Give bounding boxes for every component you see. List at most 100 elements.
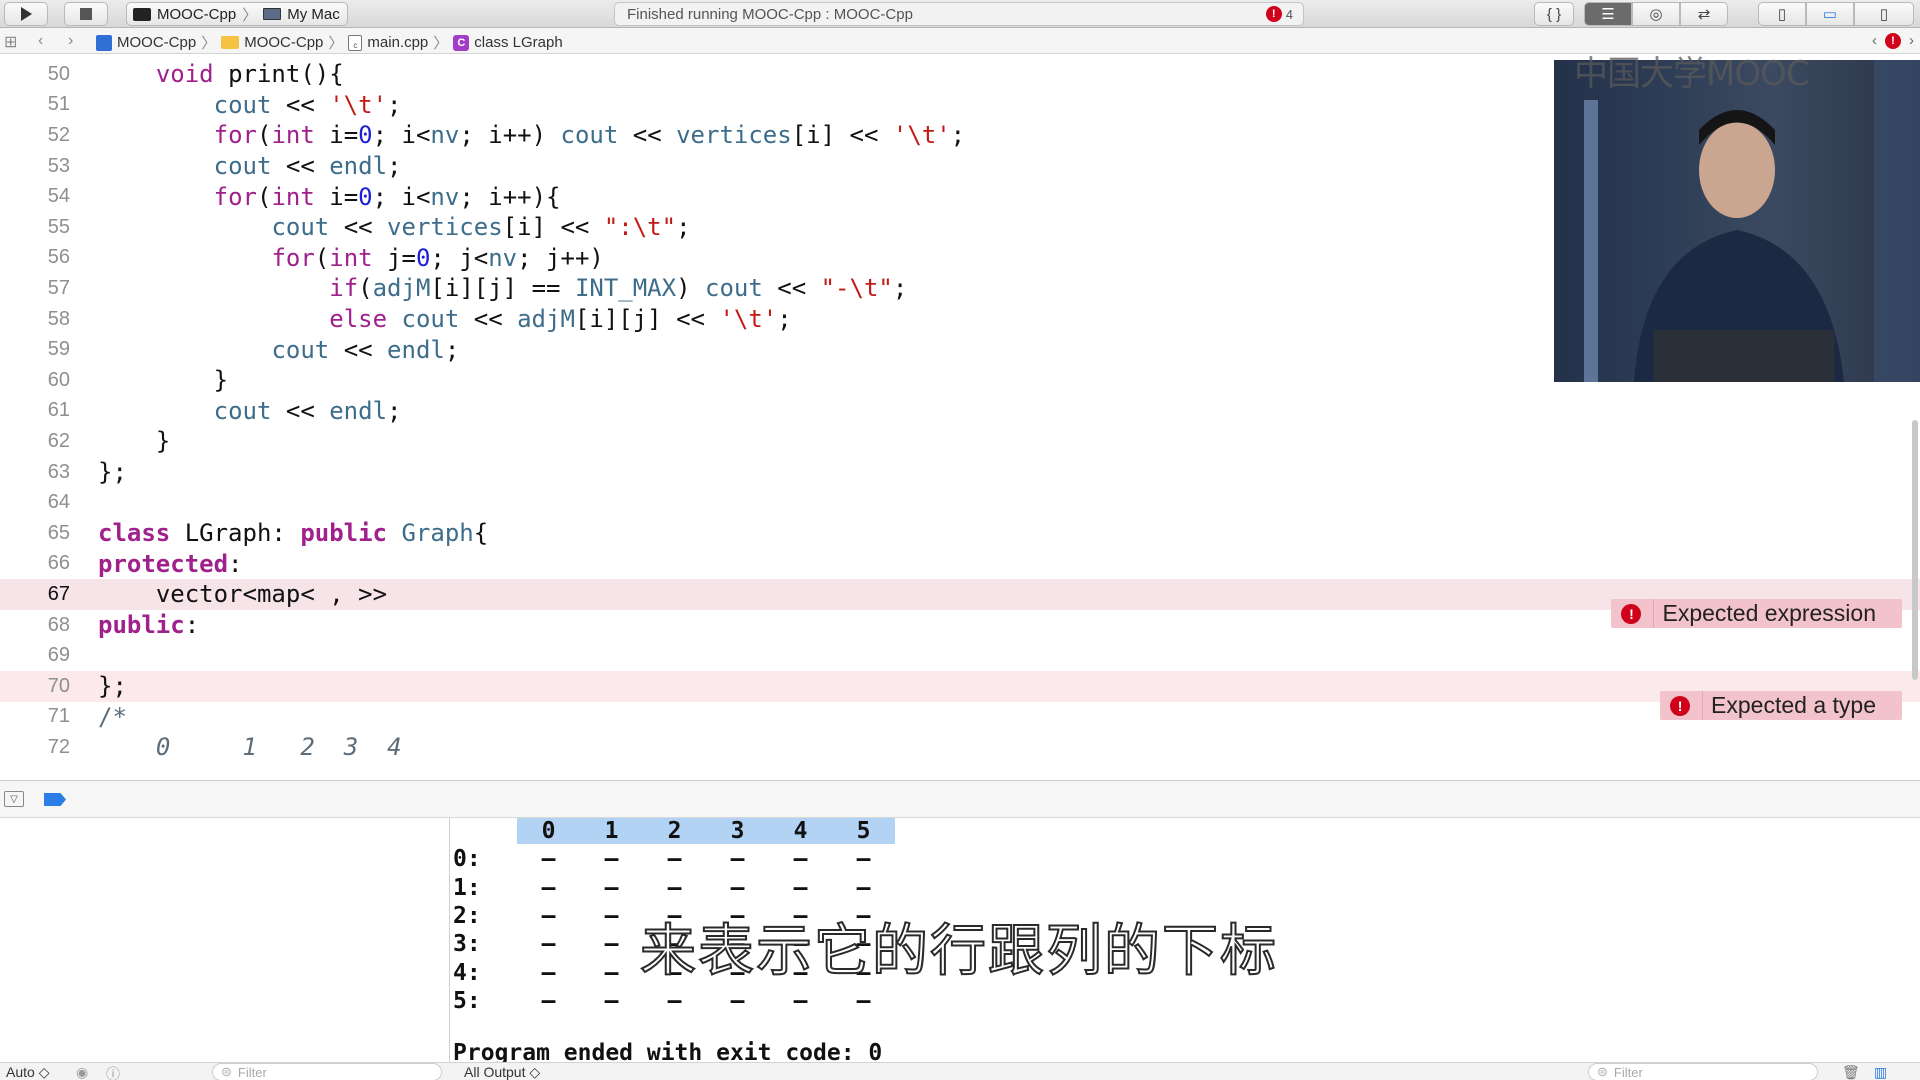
code-text: void print(){ (155, 60, 344, 89)
terminal-icon (133, 7, 151, 21)
row-label: 4: (453, 959, 481, 986)
forward-arrow-icon[interactable]: › (68, 32, 73, 50)
code-text: if(adjM[i][j] == INT_MAX) cout << "-\t"; (329, 274, 908, 303)
console-row: 1: – – – – – – (453, 875, 895, 903)
toolbar: MOOC-Cpp 〉 My Mac Finished running MOOC-… (0, 0, 1920, 28)
line-number: 52 (47, 123, 70, 146)
left-panel-icon: ▯ (1777, 6, 1787, 23)
split-view-icon[interactable]: ▥ (1874, 1064, 1887, 1080)
line-number: 53 (47, 154, 70, 177)
console-filter-input[interactable]: ⊜ Filter (1588, 1063, 1818, 1080)
code-line[interactable]: 66 protected: (0, 549, 1920, 580)
breadcrumb-file[interactable]: c main.cpp (348, 34, 428, 51)
breakpoint-icon[interactable] (44, 793, 66, 806)
code-line[interactable]: 69 (0, 640, 1920, 671)
error-annotation-line70[interactable]: ! Expected a type (1660, 691, 1902, 720)
header-cell: 1 (580, 818, 643, 844)
hide-debug-area-button[interactable]: ▽ (4, 791, 24, 807)
error-message: Expected a type (1711, 692, 1876, 718)
breadcrumb-label: main.cpp (367, 34, 429, 51)
row-label: 5: (453, 987, 481, 1014)
output-select[interactable]: All Output ◇ (464, 1064, 540, 1080)
breadcrumb-symbol[interactable]: C class LGraph (453, 34, 563, 51)
error-message: Expected expression (1662, 600, 1876, 626)
code-line[interactable]: 61 cout << endl; (0, 396, 1920, 427)
line-number: 57 (47, 276, 70, 299)
matrix-cell: – (856, 874, 871, 901)
scheme-name: MOOC-Cpp (157, 5, 237, 23)
line-number: 50 (47, 62, 70, 85)
matrix-cell: – (730, 987, 745, 1014)
breadcrumb-project[interactable]: MOOC-Cpp (96, 34, 196, 51)
editor-scrollbar[interactable] (1912, 420, 1918, 680)
error-indicator[interactable]: ! 4 (1265, 6, 1293, 22)
matrix-cell: – (793, 874, 808, 901)
variables-filter-input[interactable]: ⊜ Filter (212, 1063, 442, 1080)
run-button[interactable] (4, 2, 48, 26)
status-text: Finished running MOOC-Cpp : MOOC-Cpp (627, 5, 913, 23)
next-issue-icon[interactable]: › (1909, 32, 1914, 49)
code-text: cout << endl; (271, 335, 460, 364)
utilities-toggle[interactable]: ▯ (1854, 2, 1914, 26)
code-line[interactable]: 62 } (0, 426, 1920, 457)
output-label: All Output ◇ (464, 1064, 541, 1080)
standard-editor-button[interactable]: ☰ (1584, 2, 1632, 26)
code-text: cout << endl; (213, 396, 402, 425)
row-label: 2: (453, 902, 481, 929)
breadcrumb-label: MOOC-Cpp (117, 34, 197, 51)
issue-icon[interactable]: ! (1885, 32, 1901, 49)
breadcrumb-label: class LGraph (474, 34, 563, 51)
info-icon[interactable]: ⓘ (106, 1064, 120, 1080)
previous-issue-icon[interactable]: ‹ (1872, 32, 1877, 49)
lecturer-video (1554, 60, 1920, 382)
trash-icon[interactable]: 🗑 (1842, 1064, 1860, 1080)
console-row: 0: – – – – – – (453, 846, 895, 874)
row-label: 0: (453, 846, 481, 873)
error-icon: ! (1621, 603, 1642, 624)
code-text: /* (98, 702, 127, 731)
code-line[interactable]: 63}; (0, 457, 1920, 488)
error-annotation-line67[interactable]: ! Expected expression (1611, 599, 1902, 628)
version-editor-button[interactable]: ⇄ (1680, 2, 1728, 26)
matrix-cell: – (541, 931, 556, 958)
eye-icon[interactable]: ◉ (76, 1064, 88, 1080)
related-items-icon[interactable]: ⊞ (4, 32, 17, 52)
library-button[interactable]: { } (1534, 2, 1574, 26)
code-line[interactable]: 65 class LGraph: public Graph{ (0, 518, 1920, 549)
destination-name: My Mac (287, 5, 340, 23)
line-number: 55 (47, 215, 70, 238)
matrix-cell: – (856, 987, 871, 1014)
code-line[interactable]: 64 (0, 487, 1920, 518)
matrix-cell: – (541, 987, 556, 1014)
matrix-cell: – (604, 874, 619, 901)
matrix-cell: – (793, 987, 808, 1014)
line-number: 68 (47, 613, 70, 636)
matrix-cell: – (541, 846, 556, 873)
variables-scope-select[interactable]: Auto ◇ (6, 1064, 49, 1080)
code-line[interactable]: 70}; (0, 671, 1920, 702)
code-line[interactable]: 72 0 1 2 3 4 (0, 732, 1920, 763)
matrix-cell: – (541, 902, 556, 929)
filter-placeholder: Filter (1613, 1064, 1643, 1080)
line-number: 51 (47, 93, 70, 116)
mac-icon (263, 8, 282, 20)
debug-area-toggle[interactable]: ▭ (1806, 2, 1854, 26)
lecturer-silhouette (1584, 60, 1920, 382)
matrix-cell: – (541, 874, 556, 901)
line-number: 58 (47, 307, 70, 330)
scheme-selector[interactable]: MOOC-Cpp 〉 My Mac (126, 2, 348, 26)
stop-icon (80, 8, 92, 20)
assistant-editor-button[interactable]: ◎ (1632, 2, 1680, 26)
breadcrumb-folder[interactable]: MOOC-Cpp (221, 34, 323, 51)
back-arrow-icon[interactable]: ‹ (38, 32, 43, 50)
navigator-toggle[interactable]: ▯ (1758, 2, 1806, 26)
filter-placeholder: Filter (237, 1064, 267, 1080)
code-text: class LGraph: public Graph{ (98, 519, 489, 548)
bottom-panel-icon: ▭ (1822, 6, 1838, 23)
code-text: protected: (98, 549, 243, 578)
matrix-cell: – (667, 874, 682, 901)
code-line[interactable]: 71 /* (0, 702, 1920, 733)
matrix-cell: – (730, 874, 745, 901)
stop-button[interactable] (64, 2, 108, 26)
matrix-cell: – (730, 846, 745, 873)
